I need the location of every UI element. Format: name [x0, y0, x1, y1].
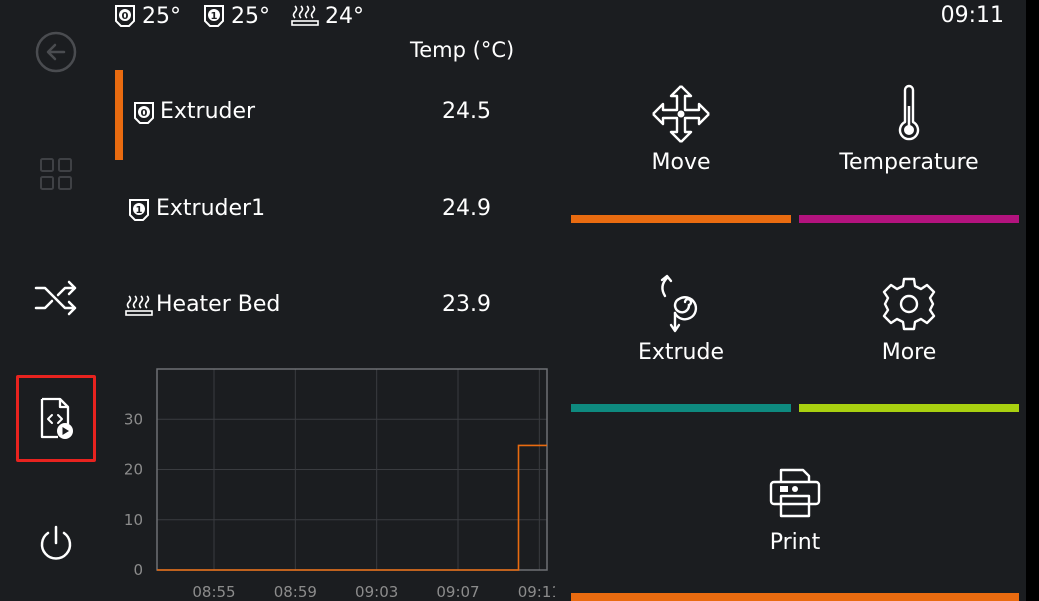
chart-y-tick-label: 20	[124, 461, 143, 479]
print-label: Print	[769, 530, 821, 555]
printer-icon	[769, 468, 821, 518]
move-color-bar	[571, 215, 791, 223]
clock: 09:11	[940, 3, 1004, 28]
heater-temp-value: 24.9	[442, 196, 491, 221]
more-label: More	[881, 340, 937, 365]
extruder-1-icon: 1	[129, 199, 149, 221]
move-label: Move	[651, 150, 711, 175]
chart-y-tick-label: 30	[124, 410, 143, 428]
print-color-bar	[571, 593, 1019, 601]
svg-text:0: 0	[122, 11, 129, 22]
heater-name: Extruder1	[156, 196, 266, 221]
status-bed: 24°	[290, 2, 364, 30]
extrude-label: Extrude	[637, 340, 725, 365]
shuffle-icon	[34, 280, 77, 316]
temperature-color-bar	[799, 215, 1019, 223]
heater-row-extruder[interactable]: 0 Extruder 24.5	[115, 70, 545, 160]
chart-x-tick-label: 09:03	[355, 583, 398, 601]
heater-temp-value: 24.5	[442, 99, 491, 124]
heater-name: Extruder	[160, 99, 256, 124]
svg-text:1: 1	[136, 205, 143, 216]
move-button[interactable]: Move	[571, 82, 791, 175]
status-bed-temp: 24°	[325, 3, 364, 29]
back-button[interactable]	[16, 20, 96, 84]
svg-text:1: 1	[211, 11, 218, 22]
shuffle-button[interactable]	[16, 266, 96, 330]
status-extruder1: 1 25°	[202, 2, 270, 30]
print-button[interactable]: Print	[571, 462, 1019, 555]
temperature-label: Temperature	[839, 150, 979, 175]
temp-column-header: Temp (°C)	[410, 38, 515, 62]
extrude-color-bar	[571, 404, 791, 412]
status-extruder1-temp: 25°	[231, 3, 270, 29]
gcode-macro-icon	[40, 397, 73, 439]
heater-bed-icon	[291, 5, 319, 26]
gear-icon	[882, 277, 936, 331]
chart-x-tick-label: 09:07	[436, 583, 479, 601]
chart-y-tick-label: 10	[124, 511, 143, 529]
temperature-chart: 08:55 08:59 09:03 09:07 09:11 0 10 20 30	[124, 368, 555, 601]
chart-x-tick-label: 08:59	[274, 583, 317, 601]
heater-row-bed[interactable]: Heater Bed 23.9	[115, 263, 545, 353]
extrude-spiral-icon	[660, 274, 698, 333]
more-button[interactable]: More	[799, 272, 1019, 365]
temperature-button[interactable]: Temperature	[799, 82, 1019, 175]
chart-y-tick-label: 0	[133, 561, 143, 579]
status-extruder0-temp: 25°	[142, 3, 181, 29]
svg-text:0: 0	[141, 108, 148, 119]
screen-bezel	[1026, 0, 1039, 601]
more-color-bar	[799, 404, 1019, 412]
extruder-0-icon: 0	[134, 102, 154, 124]
back-icon	[35, 31, 77, 73]
heater-temp-value: 23.9	[442, 292, 491, 317]
move-icon	[652, 85, 710, 143]
heater-bed-icon	[125, 295, 153, 316]
gcode-macros-button[interactable]	[16, 375, 96, 462]
heater-name: Heater Bed	[156, 292, 281, 317]
status-extruder0: 0 25°	[113, 2, 181, 30]
chart-x-tick-label: 09:11	[518, 583, 555, 601]
home-grid-icon	[40, 158, 72, 190]
selected-indicator	[115, 70, 123, 160]
extrude-button[interactable]: Extrude	[571, 272, 791, 365]
extruder-0-icon: 0	[115, 5, 135, 27]
home-button[interactable]	[16, 142, 96, 206]
thermometer-icon	[898, 84, 920, 141]
chart-x-tick-label: 08:55	[192, 583, 235, 601]
printer-screen: 0 25° 1 25° 24° 09:11 Temp (°C) 0 Extrud…	[0, 0, 1026, 601]
power-button[interactable]	[16, 512, 96, 576]
extruder-1-icon: 1	[204, 5, 224, 27]
power-icon	[40, 525, 72, 560]
heater-row-extruder1[interactable]: 1 Extruder1 24.9	[115, 167, 545, 257]
